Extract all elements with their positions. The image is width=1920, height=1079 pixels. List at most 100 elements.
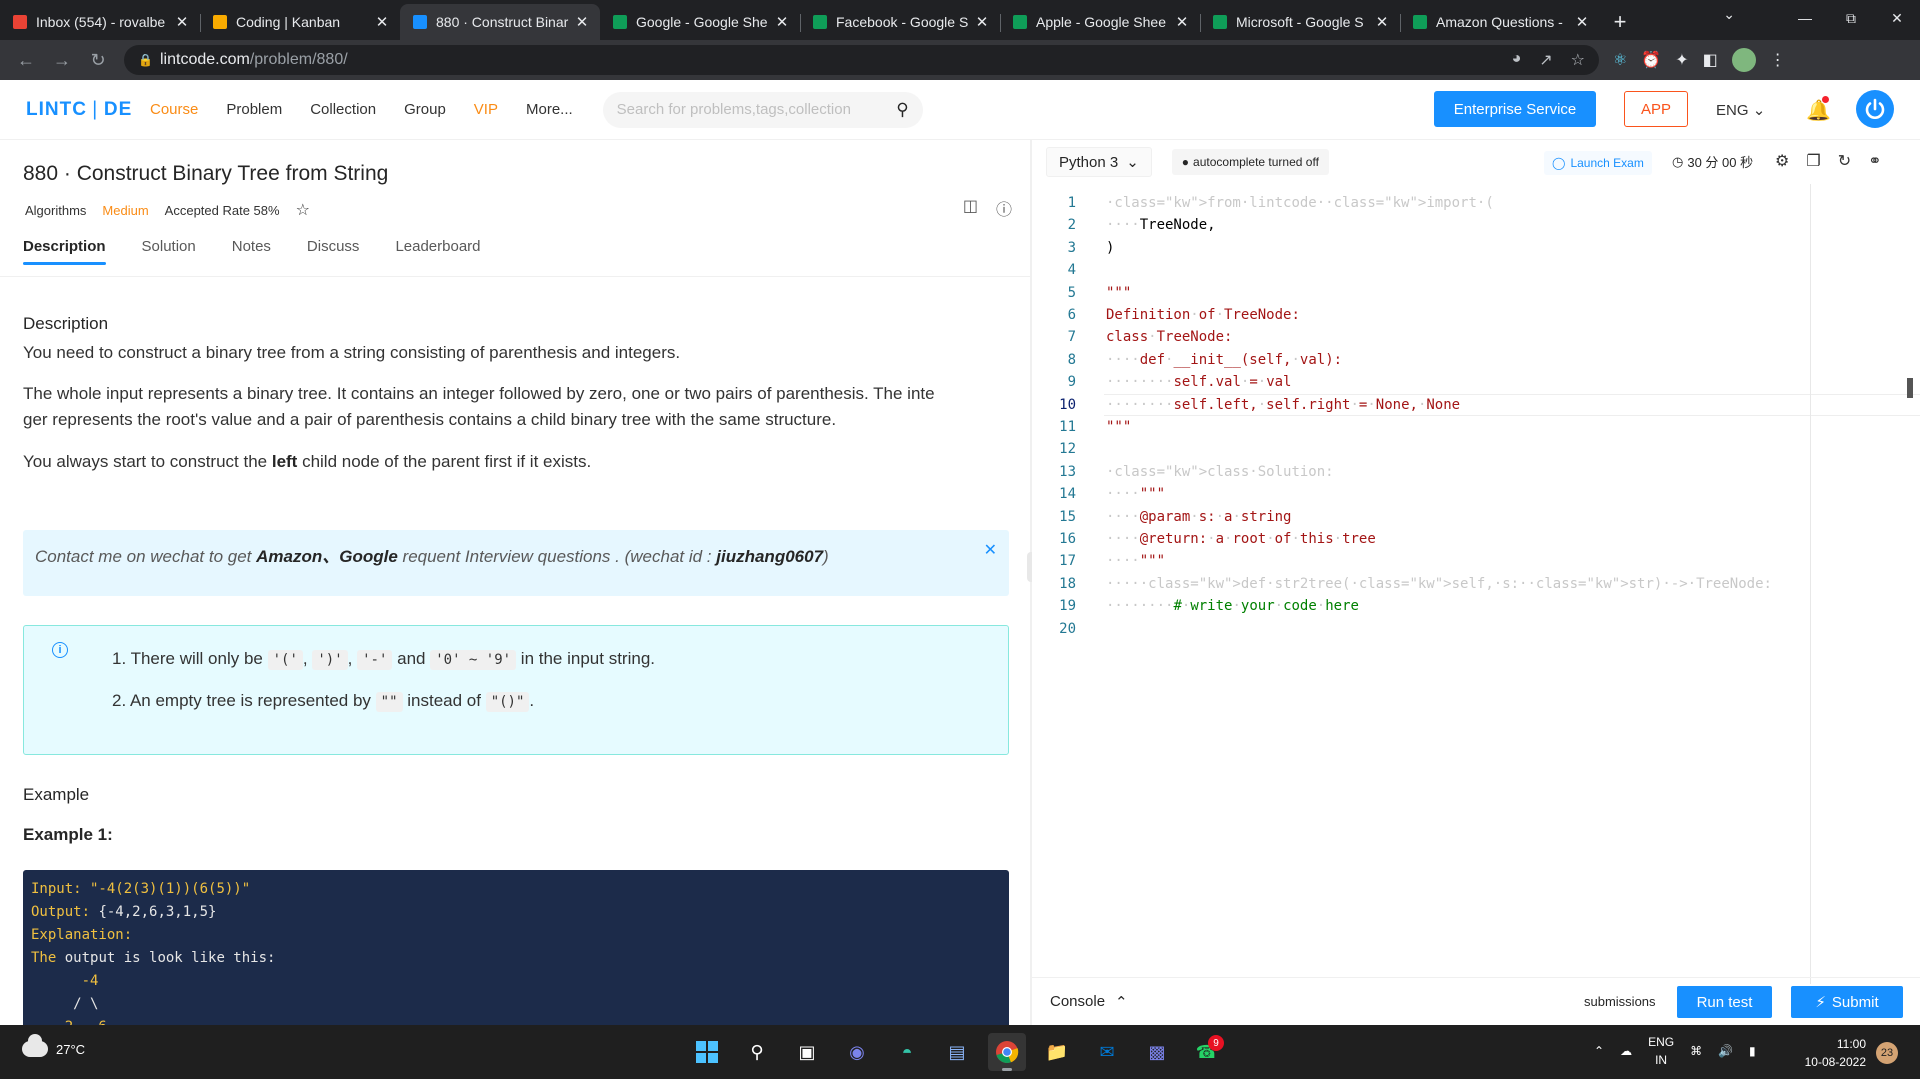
tab-close-icon[interactable]: ✕ — [374, 13, 390, 31]
reset-icon[interactable]: ↻ — [1838, 151, 1851, 171]
tab-leaderboard[interactable]: Leaderboard — [395, 238, 480, 255]
code-line[interactable]: 15 ····@param·s:·a·string — [1032, 506, 1912, 528]
language-dropdown[interactable]: Python 3 ⌄ — [1046, 147, 1152, 177]
volume-icon[interactable]: 🔊 — [1718, 1044, 1733, 1058]
browser-tab[interactable]: Inbox (554) - rovalbe ✕ — [0, 4, 200, 40]
browser-tab[interactable]: Facebook - Google S ✕ — [800, 4, 1000, 40]
onedrive-cloud-icon[interactable]: ☁ — [1620, 1044, 1632, 1058]
tab-notes[interactable]: Notes — [232, 238, 271, 255]
tab-close-icon[interactable]: ✕ — [574, 13, 590, 31]
copy-icon[interactable]: ❐ — [1806, 151, 1820, 171]
tab-search-chevron-icon[interactable]: ⌄ — [1723, 6, 1735, 23]
code-line[interactable]: 10 ········self.left,·self.right·=·None,·… — [1032, 393, 1920, 416]
weather-widget[interactable]: 27°C — [22, 1034, 85, 1057]
browser-tab[interactable]: Microsoft - Google S ✕ — [1200, 4, 1400, 40]
code-line[interactable]: 18 ·····class="kw">def·str2tree(·class="k… — [1032, 573, 1912, 595]
tray-chevron-up-icon[interactable]: ⌃ — [1594, 1044, 1604, 1058]
new-tab-button[interactable]: + — [1600, 4, 1640, 40]
site-search-input[interactable]: Search for problems,tags,collection ⚲ — [602, 91, 923, 128]
minimize-button[interactable]: — — [1782, 0, 1828, 36]
editor-scrollbar-marker[interactable] — [1907, 378, 1913, 398]
code-line[interactable]: 19 ········#·write·your·code·here — [1032, 595, 1912, 617]
code-line[interactable]: 12 — [1032, 438, 1912, 460]
tab-close-icon[interactable]: ✕ — [1174, 13, 1190, 31]
eye-off-icon[interactable]: ◕ — [1512, 50, 1522, 70]
tab-close-icon[interactable]: ✕ — [174, 13, 190, 31]
run-test-button[interactable]: Run test — [1677, 986, 1772, 1018]
code-line[interactable]: 2 ····TreeNode, — [1032, 214, 1912, 236]
whatsapp-icon[interactable]: ☎ 9 — [1188, 1033, 1226, 1071]
battery-icon[interactable]: ▮ — [1749, 1044, 1756, 1058]
alarm-extension-icon[interactable]: ⏰ — [1641, 50, 1661, 70]
user-avatar[interactable] — [1856, 90, 1894, 128]
code-line[interactable]: 11 """ — [1032, 416, 1912, 438]
tab-discuss[interactable]: Discuss — [307, 238, 360, 255]
nav-item-problem[interactable]: Problem — [226, 101, 282, 118]
code-line[interactable]: 1 ·class="kw">from·lintcode··class="kw">i… — [1032, 192, 1912, 214]
wifi-icon[interactable]: ⌘ — [1690, 1044, 1702, 1058]
forward-arrow-icon[interactable]: → — [44, 50, 80, 71]
nav-item-course[interactable]: Course — [150, 101, 198, 118]
clock[interactable]: 11:00 10-08-2022 — [1796, 1035, 1866, 1071]
code-line[interactable]: 7 class·TreeNode: — [1032, 326, 1912, 348]
outlook-icon[interactable]: ✉ — [1088, 1033, 1126, 1071]
reload-icon[interactable]: ↻ — [80, 50, 116, 71]
browser-tab[interactable]: Google - Google She ✕ — [600, 4, 800, 40]
restore-button[interactable]: ⧉ — [1828, 0, 1874, 36]
search-icon[interactable]: ⚲ — [896, 100, 908, 120]
close-window-button[interactable]: ✕ — [1874, 0, 1920, 36]
nav-item-more[interactable]: More... — [526, 101, 573, 118]
tab-close-icon[interactable]: ✕ — [1374, 13, 1390, 31]
browser-tab[interactable]: 880 · Construct Binar ✕ — [400, 4, 600, 40]
bookmark-star-icon[interactable]: ☆ — [1571, 50, 1585, 70]
console-toggle[interactable]: Console ⌃ — [1050, 993, 1128, 1011]
code-line[interactable]: 9 ········self.val·=·val — [1032, 371, 1912, 393]
info-icon[interactable]: ⓘ — [996, 196, 1012, 220]
code-line[interactable]: 13 ·class="kw">class·Solution: — [1032, 461, 1912, 483]
launch-exam-button[interactable]: ◯ Launch Exam — [1544, 151, 1652, 175]
photos-icon[interactable]: ▤ — [938, 1033, 976, 1071]
tab-close-icon[interactable]: ✕ — [1574, 13, 1590, 31]
code-line[interactable]: 4 — [1032, 259, 1912, 281]
lintcode-logo[interactable]: LINTC❘DE — [26, 98, 136, 121]
code-area[interactable]: 1 ·class="kw">from·lintcode··class="kw">i… — [1032, 184, 1920, 984]
code-line[interactable]: 8 ····def·__init__(self,·val): — [1032, 349, 1912, 371]
nav-item-group[interactable]: Group — [404, 101, 446, 118]
task-view-icon[interactable]: ▣ — [788, 1033, 826, 1071]
favorite-star-icon[interactable]: ☆ — [296, 200, 310, 220]
submissions-link[interactable]: submissions — [1584, 994, 1656, 1009]
settings-gear-icon[interactable]: ⚙ — [1775, 151, 1789, 171]
category-label[interactable]: Algorithms — [25, 203, 86, 218]
close-icon[interactable]: ✕ — [984, 540, 997, 560]
profile-avatar[interactable] — [1731, 48, 1756, 72]
more-vertical-icon[interactable]: ⋮ — [1770, 50, 1786, 70]
react-devtools-icon[interactable]: ⚛ — [1613, 50, 1627, 70]
tab-description[interactable]: Description — [23, 238, 106, 265]
url-field[interactable]: 🔒 lintcode.com/problem/880/ ◕ ↗ ☆ — [124, 45, 1599, 75]
tab-close-icon[interactable]: ✕ — [974, 13, 990, 31]
input-language[interactable]: ENG IN — [1648, 1033, 1674, 1069]
code-line[interactable]: 5 """ — [1032, 282, 1912, 304]
browser-tab[interactable]: Apple - Google Shee ✕ — [1000, 4, 1200, 40]
browser-tab[interactable]: Coding | Kanban ✕ — [200, 4, 400, 40]
back-arrow-icon[interactable]: ← — [8, 50, 44, 71]
language-select[interactable]: ENG ⌄ — [1716, 101, 1765, 119]
side-panel-icon[interactable]: ◧ — [1703, 50, 1718, 70]
add-to-list-icon[interactable]: ◫ — [963, 196, 978, 220]
code-line[interactable]: 6 Definition·of·TreeNode: — [1032, 304, 1912, 326]
windows-start-icon[interactable] — [688, 1033, 726, 1071]
code-line[interactable]: 16 ····@return:·a·root·of·this·tree — [1032, 528, 1912, 550]
app-button[interactable]: APP — [1624, 91, 1688, 127]
code-line[interactable]: 3) — [1032, 237, 1912, 259]
tab-close-icon[interactable]: ✕ — [774, 13, 790, 31]
search-icon[interactable]: ⚲ — [738, 1033, 776, 1071]
code-line[interactable]: 17 ····""" — [1032, 550, 1912, 572]
code-line[interactable]: 14 ····""" — [1032, 483, 1912, 505]
puzzle-extensions-icon[interactable]: ✦ — [1675, 50, 1688, 70]
share-icon[interactable]: ⚭ — [1868, 151, 1881, 171]
teams-icon[interactable]: ▩ — [1138, 1033, 1176, 1071]
notification-count-badge[interactable]: 23 — [1876, 1042, 1898, 1064]
code-line[interactable]: 20 — [1032, 618, 1912, 640]
nav-item-vip[interactable]: VIP — [474, 101, 498, 118]
enterprise-service-button[interactable]: Enterprise Service — [1434, 91, 1596, 127]
